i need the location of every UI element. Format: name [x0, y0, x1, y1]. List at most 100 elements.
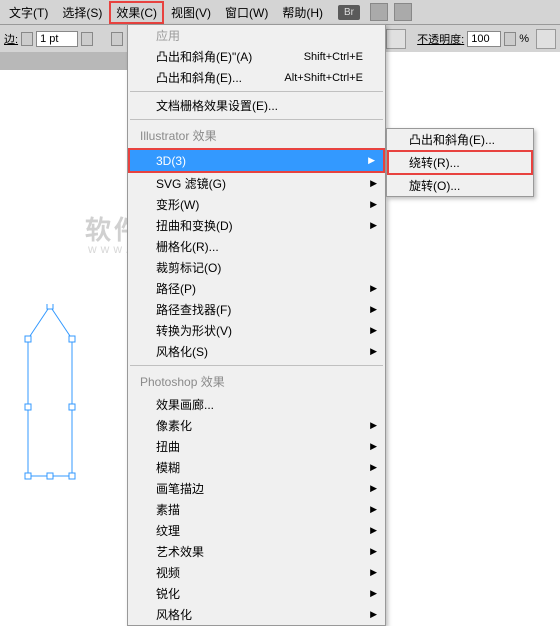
- menu-item[interactable]: 扭曲 ▶: [128, 436, 385, 457]
- chevron-right-icon: ▶: [370, 609, 377, 620]
- dropdown-icon[interactable]: [111, 32, 123, 46]
- menu-item-label: 像素化: [156, 417, 192, 434]
- menu-item-label: 凸出和斜角(E)...: [409, 131, 495, 148]
- chain-icon[interactable]: [536, 29, 556, 49]
- menu-item-label: 扭曲: [156, 438, 180, 455]
- align-icon[interactable]: [386, 29, 406, 49]
- chevron-right-icon: ▶: [370, 525, 377, 536]
- menu-separator: [130, 119, 383, 120]
- menu-item-label: 绕转(R)...: [409, 154, 460, 171]
- menu-item-label: 纹理: [156, 522, 180, 539]
- menu-select[interactable]: 选择(S): [55, 1, 109, 24]
- menu-window[interactable]: 窗口(W): [218, 1, 275, 24]
- menubar: 文字(T) 选择(S) 效果(C) 视图(V) 窗口(W) 帮助(H) Br: [0, 0, 560, 24]
- chevron-right-icon: ▶: [370, 567, 377, 578]
- opacity-label: 不透明度:: [417, 31, 464, 47]
- dropdown-icon[interactable]: [21, 32, 33, 46]
- menu-item-extrude-a[interactable]: 凸出和斜角(E)"(A) Shift+Ctrl+E: [128, 46, 385, 67]
- canvas-gray-strip: [0, 52, 127, 70]
- menu-item-label: 凸出和斜角(E)"(A): [156, 48, 252, 65]
- toolbar-icon[interactable]: [370, 3, 388, 21]
- menu-item-label: 风格化: [156, 606, 192, 623]
- menu-effect[interactable]: 效果(C): [109, 1, 164, 24]
- menu-item[interactable]: 纹理 ▶: [128, 520, 385, 541]
- menu-item[interactable]: 艺术效果▶: [128, 541, 385, 562]
- menu-help[interactable]: 帮助(H): [275, 1, 330, 24]
- menu-item-label: 凸出和斜角(E)...: [156, 69, 242, 86]
- menu-text[interactable]: 文字(T): [2, 1, 55, 24]
- submenu-item-extrude[interactable]: 凸出和斜角(E)...: [387, 129, 533, 150]
- menu-item[interactable]: 扭曲和变换(D) ▶: [128, 215, 385, 236]
- menu-item-label: 旋转(O)...: [409, 177, 460, 194]
- stroke-label: 边:: [4, 31, 18, 47]
- menu-view[interactable]: 视图(V): [164, 1, 218, 24]
- menu-item[interactable]: 锐化 ▶: [128, 583, 385, 604]
- 3d-submenu: 凸出和斜角(E)... 绕转(R)... 旋转(O)...: [386, 128, 534, 197]
- chevron-right-icon: ▶: [370, 283, 377, 294]
- menu-item[interactable]: 路径(P) ▶: [128, 278, 385, 299]
- menu-item-doc-raster[interactable]: 文档栅格效果设置(E)...: [128, 95, 385, 116]
- menu-item-label: 变形(W): [156, 196, 199, 213]
- menu-item-label: 素描: [156, 501, 180, 518]
- menu-item-label: 视频: [156, 564, 180, 581]
- chevron-right-icon: ▶: [370, 588, 377, 599]
- menu-item[interactable]: 风格化 ▶: [128, 604, 385, 625]
- percent-label: %: [519, 33, 529, 45]
- menu-shortcut: Alt+Shift+Ctrl+E: [284, 72, 363, 84]
- menu-item-apply: 应用: [128, 25, 385, 46]
- dropdown-icon[interactable]: [81, 32, 93, 46]
- menu-item-label: 扭曲和变换(D): [156, 217, 233, 234]
- selected-shape[interactable]: [20, 304, 80, 484]
- toolbar-icon[interactable]: [394, 3, 412, 21]
- menu-item-label: 应用: [156, 27, 180, 44]
- opacity-input[interactable]: [467, 31, 501, 47]
- chevron-right-icon: ▶: [370, 304, 377, 315]
- chevron-right-icon: ▶: [370, 441, 377, 452]
- menu-item-label: 风格化(S): [156, 343, 208, 360]
- submenu-item-revolve[interactable]: 绕转(R)...: [387, 150, 533, 175]
- menu-item[interactable]: 素描 ▶: [128, 499, 385, 520]
- menu-item[interactable]: 栅格化(R)...: [128, 236, 385, 257]
- menu-item[interactable]: 转换为形状(V) ▶: [128, 320, 385, 341]
- effect-menu: 应用 凸出和斜角(E)"(A) Shift+Ctrl+E 凸出和斜角(E)...…: [127, 24, 386, 626]
- chevron-right-icon: ▶: [370, 504, 377, 515]
- stroke-input[interactable]: [36, 31, 78, 47]
- menu-header-photoshop: Photoshop 效果: [128, 369, 385, 394]
- chevron-right-icon: ▶: [370, 220, 377, 231]
- menu-item-label: SVG 滤镜(G): [156, 175, 226, 192]
- submenu-item-rotate[interactable]: 旋转(O)...: [387, 175, 533, 196]
- menu-item-label: 效果画廊...: [156, 396, 214, 413]
- menu-item[interactable]: SVG 滤镜(G) ▶: [128, 173, 385, 194]
- menu-item[interactable]: 画笔描边▶: [128, 478, 385, 499]
- dropdown-icon[interactable]: [504, 32, 516, 46]
- menu-item[interactable]: 变形(W) ▶: [128, 194, 385, 215]
- menu-separator: [130, 91, 383, 92]
- chevron-right-icon: ▶: [370, 462, 377, 473]
- chevron-right-icon: ▶: [370, 325, 377, 336]
- chevron-right-icon: ▶: [370, 420, 377, 431]
- menu-item-label: 锐化: [156, 585, 180, 602]
- menu-item[interactable]: 裁剪标记(O): [128, 257, 385, 278]
- menu-item[interactable]: 效果画廊...: [128, 394, 385, 415]
- menu-item-label: 3D(3): [156, 154, 186, 168]
- menu-item[interactable]: 风格化(S)▶: [128, 341, 385, 362]
- menu-header-illustrator: Illustrator 效果: [128, 123, 385, 148]
- menu-item[interactable]: 像素化 ▶: [128, 415, 385, 436]
- menu-item-label: 转换为形状(V): [156, 322, 232, 339]
- bridge-badge[interactable]: Br: [338, 5, 360, 20]
- menu-item-label: 文档栅格效果设置(E)...: [156, 97, 278, 114]
- chevron-right-icon: ▶: [370, 199, 377, 210]
- menu-item-label: 艺术效果: [156, 543, 204, 560]
- menu-item-label: 路径查找器(F): [156, 301, 231, 318]
- menu-item-extrude-e[interactable]: 凸出和斜角(E)... Alt+Shift+Ctrl+E: [128, 67, 385, 88]
- menu-item[interactable]: 3D(3)▶: [128, 148, 385, 173]
- toolbar-icons: [370, 3, 412, 21]
- menu-item[interactable]: 视频 ▶: [128, 562, 385, 583]
- menu-separator: [130, 365, 383, 366]
- menu-item[interactable]: 路径查找器(F) ▶: [128, 299, 385, 320]
- menu-item[interactable]: 模糊 ▶: [128, 457, 385, 478]
- menu-item-label: 模糊: [156, 459, 180, 476]
- chevron-right-icon: ▶: [370, 178, 377, 189]
- menu-item-label: 路径(P): [156, 280, 196, 297]
- menu-shortcut: Shift+Ctrl+E: [304, 51, 363, 63]
